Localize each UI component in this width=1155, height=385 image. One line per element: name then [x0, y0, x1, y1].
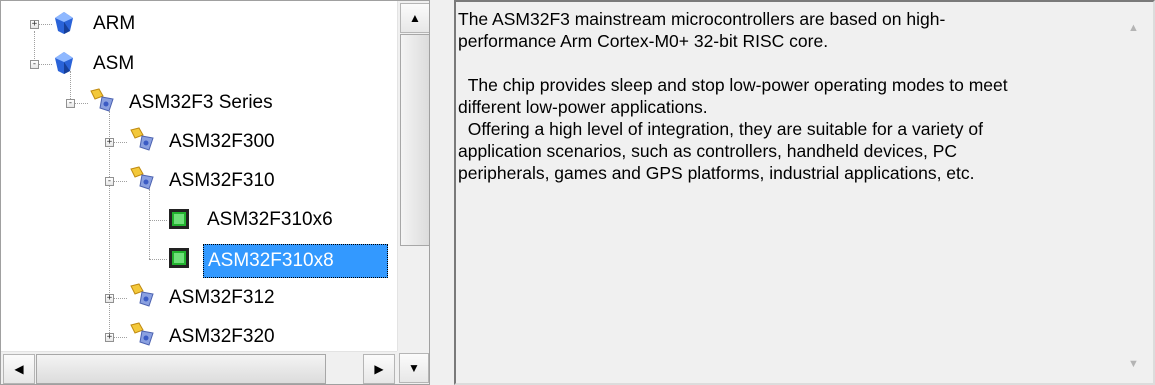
arrow-up-icon[interactable]: ▲ [1128, 22, 1139, 34]
tree-connector [113, 337, 127, 338]
series-folder-icon [127, 282, 157, 313]
blue-gem-icon [53, 51, 75, 80]
tree-node-asm32f310[interactable]: ASM32F310 [165, 167, 279, 195]
scroll-up-button[interactable]: ▲ [400, 3, 429, 33]
collapse-toggle[interactable]: - [66, 99, 75, 108]
arrow-down-icon: ▼ [408, 361, 420, 375]
tree-node-asm32f312[interactable]: ASM32F312 [165, 284, 279, 312]
tree-connector [113, 142, 127, 143]
device-tree-view[interactable]: + ARM - ASM - ASM32F3 Series + ASM32F300… [0, 0, 430, 385]
panel-splitter[interactable] [430, 0, 454, 385]
expand-toggle[interactable]: + [105, 138, 114, 147]
series-folder-icon [87, 87, 117, 118]
chip-icon [167, 246, 191, 275]
scrollbar-corner: ▼ [397, 351, 429, 384]
expand-toggle[interactable]: + [30, 20, 39, 29]
tree-node-asm32f320[interactable]: ASM32F320 [165, 323, 279, 351]
description-text: The ASM32F3 mainstream microcontrollers … [458, 9, 1008, 183]
chip-icon [167, 207, 191, 236]
tree-connector [38, 24, 52, 25]
expand-toggle[interactable]: + [105, 294, 114, 303]
scroll-thumb-horizontal[interactable] [36, 354, 326, 384]
tree-node-asm32f310x8[interactable]: ASM32F310x8 [203, 244, 388, 278]
collapse-toggle[interactable]: - [30, 60, 39, 69]
series-folder-icon [127, 126, 157, 157]
tree-connector [113, 181, 127, 182]
tree-node-arm[interactable]: ARM [89, 10, 139, 38]
expand-toggle[interactable]: + [105, 333, 114, 342]
collapse-toggle[interactable]: - [105, 177, 114, 186]
arrow-up-icon: ▲ [409, 11, 421, 25]
tree-horizontal-scrollbar[interactable]: ◀ ▶ [1, 351, 397, 384]
tree-connector [149, 259, 167, 260]
tree-connector [149, 189, 150, 259]
series-folder-icon [127, 165, 157, 196]
arrow-left-icon: ◀ [14, 362, 24, 376]
description-panel[interactable]: The ASM32F3 mainstream microcontrollers … [454, 0, 1155, 385]
tree-connector [38, 64, 52, 65]
arrow-right-icon: ▶ [374, 362, 384, 376]
tree-connector [74, 103, 88, 104]
arrow-down-icon[interactable]: ▼ [1128, 358, 1139, 370]
tree-connector [149, 220, 167, 221]
scroll-right-button[interactable]: ▶ [363, 354, 395, 384]
tree-node-asm32f300[interactable]: ASM32F300 [165, 128, 279, 156]
tree-node-asm32f310x6[interactable]: ASM32F310x6 [203, 206, 337, 234]
scroll-thumb-vertical[interactable] [400, 34, 429, 246]
blue-gem-icon [53, 11, 75, 40]
tree-connector [113, 298, 127, 299]
tree-vertical-scrollbar[interactable]: ▲ [397, 1, 429, 351]
scroll-down-button[interactable]: ▼ [399, 353, 429, 383]
tree-node-asm[interactable]: ASM [89, 50, 138, 78]
tree-node-asm32f3-series[interactable]: ASM32F3 Series [125, 89, 277, 117]
series-folder-icon [127, 321, 157, 352]
scroll-left-button[interactable]: ◀ [3, 354, 35, 384]
